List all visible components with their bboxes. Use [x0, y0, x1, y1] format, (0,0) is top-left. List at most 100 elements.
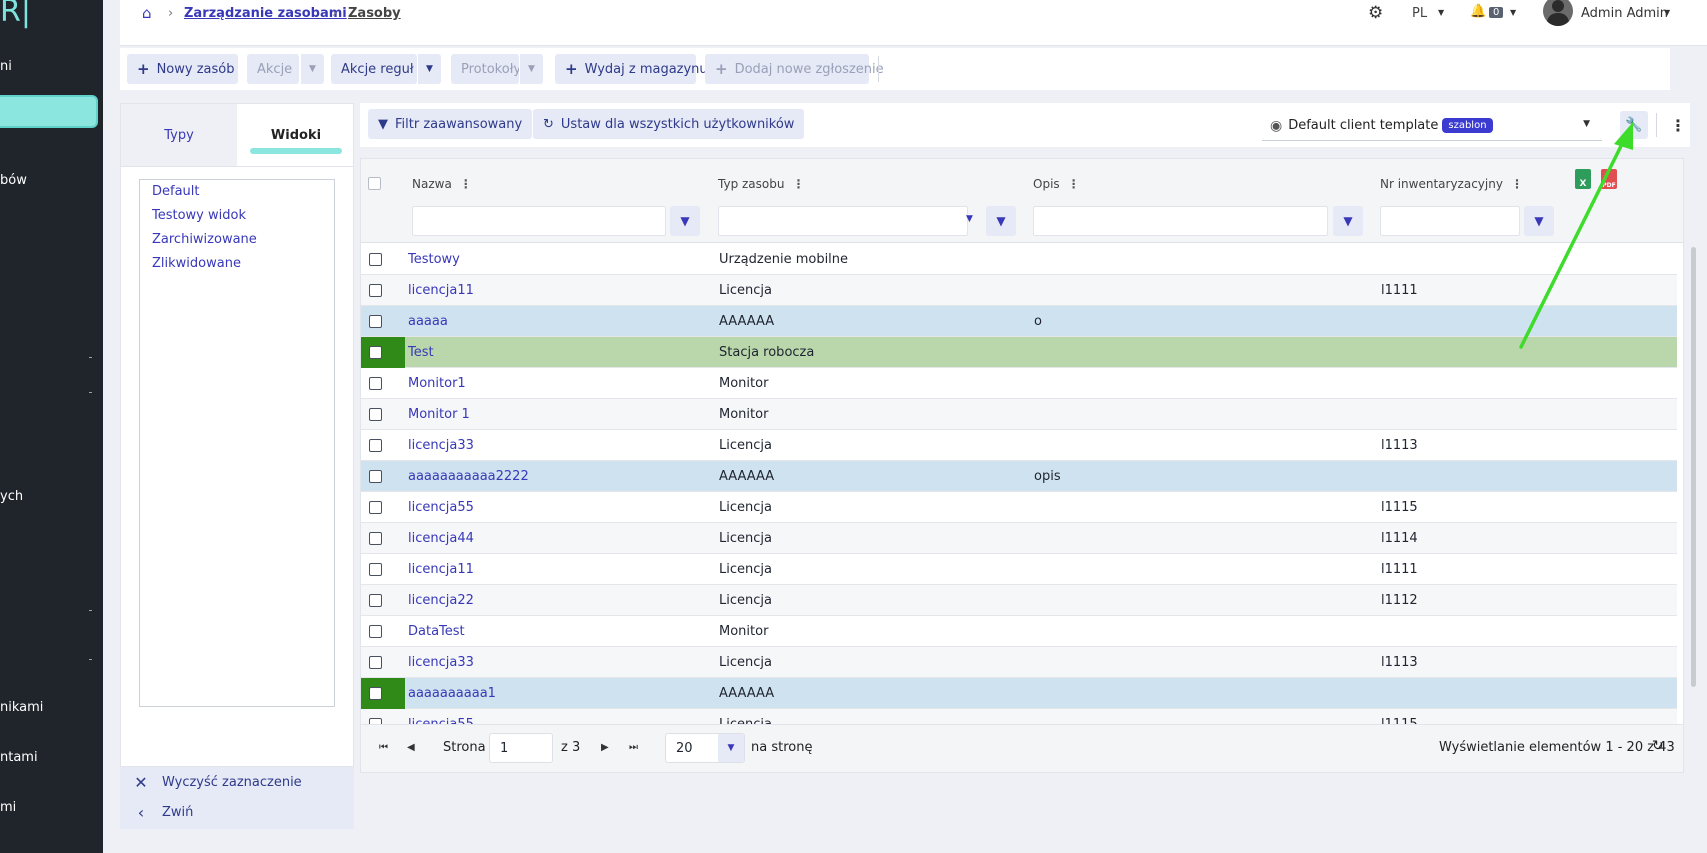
- row-name-link[interactable]: DataTest: [408, 624, 465, 639]
- type-filter-select[interactable]: [718, 206, 968, 236]
- name-filter-button[interactable]: ▼: [670, 206, 700, 236]
- row-checkbox[interactable]: [369, 377, 382, 390]
- type-filter-button[interactable]: ▼: [986, 206, 1016, 236]
- row-name-link[interactable]: Monitor1: [408, 376, 466, 391]
- table-row[interactable]: Test Stacja robocza: [361, 337, 1677, 368]
- actions-dropdown-icon[interactable]: ▼: [300, 54, 324, 84]
- view-item-default[interactable]: Default: [152, 184, 200, 199]
- tab-views[interactable]: Widoki: [238, 104, 354, 166]
- pdf-export-icon[interactable]: PDF: [1601, 169, 1617, 189]
- column-menu-icon[interactable]: ⋮: [1511, 177, 1523, 191]
- table-row[interactable]: licencja44 Licencja l1114: [361, 523, 1677, 554]
- row-name-link[interactable]: Testowy: [408, 252, 460, 267]
- row-checkbox[interactable]: [369, 284, 382, 297]
- sidebar-item-3[interactable]: ych: [0, 489, 23, 504]
- row-checkbox[interactable]: [369, 656, 382, 669]
- advanced-filter-button[interactable]: ▼ Filtr zaawansowany: [368, 109, 533, 139]
- row-checkbox[interactable]: [369, 346, 382, 359]
- chevron-down-icon[interactable]: ▼: [1510, 8, 1516, 17]
- breadcrumb-resource-management[interactable]: Zarządzanie zasobami: [184, 6, 347, 21]
- column-menu-icon[interactable]: ⋮: [460, 177, 472, 191]
- protocols-button[interactable]: Protokoły: [451, 54, 521, 84]
- chevron-down-icon[interactable]: ▼: [1664, 8, 1670, 17]
- inventory-filter-input[interactable]: [1380, 206, 1520, 236]
- view-item-test[interactable]: Testowy widok: [152, 208, 246, 223]
- breadcrumb-resources[interactable]: Zasoby: [348, 6, 401, 21]
- table-row[interactable]: aaaaa AAAAAA o: [361, 306, 1677, 337]
- description-filter-input[interactable]: [1033, 206, 1328, 236]
- sidebar-item-4[interactable]: nikami: [0, 700, 43, 715]
- previous-page-icon[interactable]: ◀: [407, 742, 415, 753]
- column-header-description[interactable]: Opis ⋮: [1033, 177, 1080, 191]
- view-item-archived[interactable]: Zarchiwizowane: [152, 232, 257, 247]
- table-row[interactable]: licencja22 Licencja l1112: [361, 585, 1677, 616]
- name-filter-input[interactable]: [412, 206, 666, 236]
- actions-button[interactable]: Akcje: [247, 54, 299, 84]
- sidebar-item-active[interactable]: [0, 95, 98, 128]
- row-name-link[interactable]: licencja11: [408, 283, 474, 298]
- table-row[interactable]: licencja11 Licencja l1111: [361, 554, 1677, 585]
- table-row[interactable]: Monitor 1 Monitor: [361, 399, 1677, 430]
- set-for-all-users-button[interactable]: ↻ Ustaw dla wszystkich użytkowników: [533, 109, 805, 139]
- select-all-checkbox[interactable]: [368, 177, 381, 190]
- protocols-dropdown-icon[interactable]: ▼: [519, 54, 543, 84]
- collapse-button[interactable]: ‹ Zwiń: [120, 803, 194, 822]
- row-name-link[interactable]: licencja22: [408, 593, 474, 608]
- wrench-icon[interactable]: 🔧: [1620, 111, 1648, 139]
- home-icon[interactable]: ⌂: [142, 4, 152, 22]
- more-options-icon[interactable]: ⋮: [1668, 111, 1688, 139]
- clear-selection-button[interactable]: ✕ Wyczyść zaznaczenie: [120, 773, 301, 792]
- row-checkbox[interactable]: [369, 315, 382, 328]
- table-row[interactable]: licencja11 Licencja l1111: [361, 275, 1677, 306]
- row-checkbox[interactable]: [369, 253, 382, 266]
- row-checkbox[interactable]: [369, 594, 382, 607]
- language-select[interactable]: PL: [1412, 6, 1427, 21]
- row-name-link[interactable]: licencja11: [408, 562, 474, 577]
- excel-export-icon[interactable]: X: [1575, 169, 1591, 189]
- chevron-down-icon[interactable]: ▼: [966, 214, 973, 224]
- table-row[interactable]: Testowy Urządzenie mobilne: [361, 244, 1677, 275]
- row-checkbox[interactable]: [369, 501, 382, 514]
- row-name-link[interactable]: Test: [408, 345, 434, 360]
- table-row[interactable]: licencja55 Licencja l1115: [361, 492, 1677, 523]
- row-name-link[interactable]: aaaaa: [408, 314, 448, 329]
- row-name-link[interactable]: licencja55: [408, 500, 474, 515]
- row-checkbox[interactable]: [369, 408, 382, 421]
- sidebar-item-6[interactable]: mi: [0, 800, 16, 815]
- rule-actions-dropdown-icon[interactable]: ▼: [417, 54, 441, 84]
- row-checkbox[interactable]: [369, 470, 382, 483]
- gear-icon[interactable]: ⚙: [1368, 3, 1383, 23]
- sidebar-item-1[interactable]: ni: [0, 59, 12, 74]
- table-row[interactable]: aaaaaaaaaaa2222 AAAAAA opis: [361, 461, 1677, 492]
- row-name-link[interactable]: licencja44: [408, 531, 474, 546]
- add-ticket-button[interactable]: + Dodaj nowe zgłoszenie: [705, 54, 884, 84]
- chevron-down-icon[interactable]: ▼: [1438, 8, 1444, 17]
- issue-from-warehouse-button[interactable]: + Wydaj z magazynu: [555, 54, 708, 84]
- row-checkbox[interactable]: [369, 563, 382, 576]
- table-row[interactable]: licencja33 Licencja l1113: [361, 647, 1677, 678]
- view-item-liquidated[interactable]: Zlikwidowane: [152, 256, 241, 271]
- description-filter-button[interactable]: ▼: [1333, 206, 1363, 236]
- page-number-input[interactable]: 1: [489, 733, 553, 763]
- row-name-link[interactable]: licencja33: [408, 438, 474, 453]
- row-name-link[interactable]: licencja33: [408, 655, 474, 670]
- table-row[interactable]: licencja33 Licencja l1113: [361, 430, 1677, 461]
- table-row[interactable]: aaaaaaaaaa1 AAAAAA: [361, 678, 1677, 709]
- row-checkbox[interactable]: [369, 687, 382, 700]
- column-header-inventory[interactable]: Nr inwentaryzacyjny ⋮: [1380, 177, 1523, 191]
- grid-scrollbar[interactable]: [1691, 247, 1696, 687]
- sidebar-item-5[interactable]: ntami: [0, 750, 38, 765]
- tab-types[interactable]: Typy: [121, 104, 237, 166]
- row-name-link[interactable]: aaaaaaaaaa1: [408, 686, 496, 701]
- first-page-icon[interactable]: ⏮: [379, 742, 388, 753]
- row-checkbox[interactable]: [369, 439, 382, 452]
- table-row[interactable]: DataTest Monitor: [361, 616, 1677, 647]
- avatar[interactable]: [1543, 0, 1573, 26]
- new-resource-button[interactable]: + Nowy zasób: [127, 54, 238, 84]
- last-page-icon[interactable]: ⏭: [629, 742, 638, 753]
- rule-actions-button[interactable]: Akcje reguł: [331, 54, 417, 84]
- next-page-icon[interactable]: ▶: [601, 742, 609, 753]
- sidebar-item-2[interactable]: bów: [0, 173, 27, 188]
- column-header-name[interactable]: Nazwa ⋮: [412, 177, 472, 191]
- refresh-icon[interactable]: ↻: [1652, 738, 1664, 754]
